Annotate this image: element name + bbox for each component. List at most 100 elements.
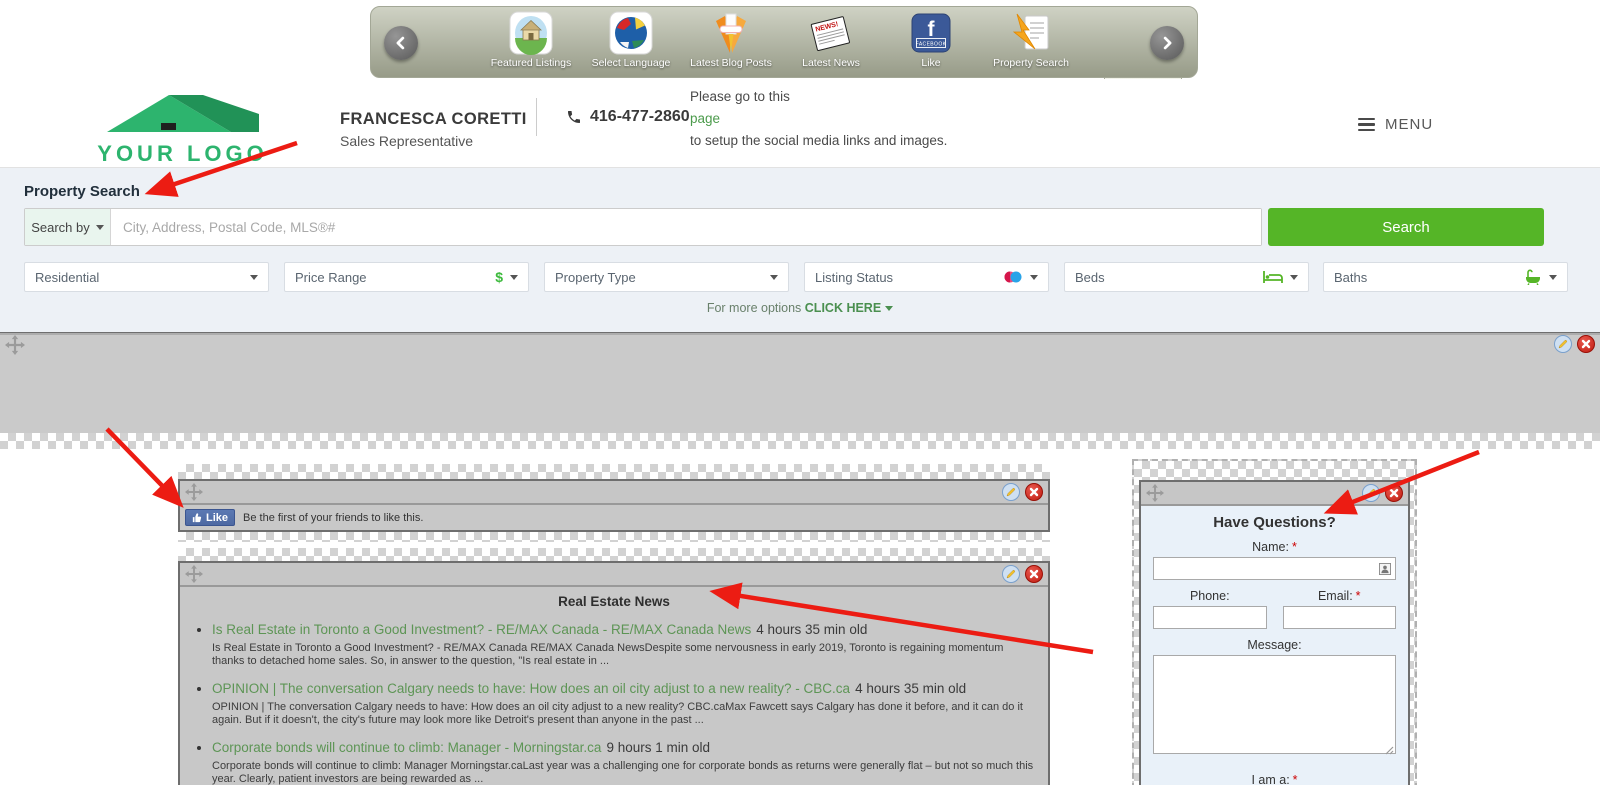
chevron-left-icon bbox=[393, 35, 409, 51]
move-handle[interactable] bbox=[185, 483, 203, 506]
facebook-like-button[interactable]: Like bbox=[185, 509, 235, 526]
search-button[interactable]: Search bbox=[1268, 208, 1544, 246]
toolbar-item-label: Latest Blog Posts bbox=[690, 57, 772, 69]
filter-beds[interactable]: Beds bbox=[1064, 262, 1309, 292]
more-options: For more options CLICK HERE bbox=[0, 301, 1600, 315]
transparent-band bbox=[178, 532, 1050, 542]
email-field[interactable] bbox=[1283, 606, 1397, 629]
chevron-down-icon bbox=[510, 275, 518, 280]
contact-autofill-icon[interactable] bbox=[1379, 563, 1391, 575]
logo-title: YOUR LOGO bbox=[75, 141, 290, 167]
bed-icon bbox=[1263, 270, 1283, 284]
news-age: 4 hours 35 min old bbox=[756, 622, 867, 637]
remove-widget-button[interactable] bbox=[1577, 335, 1595, 353]
toolbar-item-select-language[interactable]: Select Language bbox=[581, 11, 681, 69]
news-age: 4 hours 35 min old bbox=[855, 681, 966, 696]
notice-page-link[interactable]: page bbox=[690, 111, 720, 126]
notice-line1: Please go to this bbox=[690, 86, 947, 108]
newspaper-icon: NEWS! bbox=[809, 11, 853, 55]
filter-property-type[interactable]: Property Type bbox=[544, 262, 789, 292]
click-here-link[interactable]: CLICK HERE bbox=[805, 301, 881, 315]
remove-widget-button[interactable] bbox=[1025, 483, 1043, 501]
news-widget: Real Estate News Is Real Estate in Toron… bbox=[178, 561, 1050, 785]
transparent-band bbox=[178, 464, 1050, 479]
close-icon bbox=[1581, 339, 1591, 349]
chevron-down-icon bbox=[1030, 275, 1038, 280]
search-bar: Search by bbox=[24, 208, 1262, 246]
news-headline-link[interactable]: OPINION | The conversation Calgary needs… bbox=[212, 681, 850, 696]
filter-residential[interactable]: Residential bbox=[24, 262, 269, 292]
remove-widget-button[interactable] bbox=[1025, 565, 1043, 583]
toolbar-item-latest-blog-posts[interactable]: Latest Blog Posts bbox=[681, 11, 781, 69]
globe-icon bbox=[609, 11, 653, 55]
empty-widget-strip bbox=[0, 332, 1600, 433]
phone-number: 416-477-2860 bbox=[590, 108, 690, 126]
agent-role: Sales Representative bbox=[340, 133, 473, 149]
menu-button[interactable]: MENU bbox=[1358, 116, 1433, 133]
transparent-band bbox=[0, 433, 1600, 449]
toolbar-item-label: Like bbox=[921, 57, 940, 69]
search-by-label: Search by bbox=[31, 220, 90, 235]
widget-toolbar: Featured Listings Select Language bbox=[370, 6, 1198, 78]
remove-widget-button[interactable] bbox=[1385, 484, 1403, 502]
message-field[interactable] bbox=[1153, 655, 1396, 754]
edit-widget-button[interactable] bbox=[1002, 565, 1020, 583]
toolbar-item-property-search[interactable]: Property Search bbox=[981, 11, 1081, 69]
message-label: Message: bbox=[1153, 638, 1396, 652]
have-questions-title: Have Questions? bbox=[1153, 514, 1396, 531]
close-icon bbox=[1029, 569, 1039, 579]
blog-icon bbox=[709, 11, 753, 55]
filter-price-range[interactable]: Price Range $ bbox=[284, 262, 529, 292]
toolbar-item-label: Select Language bbox=[592, 57, 671, 69]
edit-widget-button[interactable] bbox=[1362, 484, 1380, 502]
news-summary: OPINION | The conversation Calgary needs… bbox=[212, 701, 1038, 727]
search-input[interactable] bbox=[111, 209, 1261, 245]
edit-widget-button[interactable] bbox=[1002, 483, 1020, 501]
pencil-icon bbox=[1006, 487, 1016, 497]
email-label: Email: bbox=[1318, 589, 1353, 603]
filter-listing-status[interactable]: Listing Status bbox=[804, 262, 1049, 292]
news-summary: Is Real Estate in Toronto a Good Investm… bbox=[212, 642, 1038, 668]
toolbar-item-label: Property Search bbox=[993, 57, 1069, 69]
status-circles-icon bbox=[1003, 270, 1023, 284]
news-headline-link[interactable]: Corporate bonds will continue to climb: … bbox=[212, 740, 601, 755]
svg-text:FACEBOOK: FACEBOOK bbox=[916, 42, 947, 48]
setup-notice: Please go to this page to setup the soci… bbox=[690, 86, 947, 152]
hamburger-icon bbox=[1358, 118, 1375, 132]
page: Featured Listings Select Language bbox=[0, 0, 1600, 785]
search-doc-icon bbox=[1009, 11, 1053, 55]
svg-text:f: f bbox=[928, 18, 936, 41]
pencil-icon bbox=[1366, 488, 1376, 498]
phone-field[interactable] bbox=[1153, 606, 1267, 629]
toolbar-item-label: Latest News bbox=[802, 57, 860, 69]
toolbar-prev-button[interactable] bbox=[384, 26, 418, 60]
close-icon bbox=[1389, 488, 1399, 498]
have-questions-widget: Have Questions? Name:* Phone: bbox=[1132, 459, 1417, 785]
property-search-section: Property Search Search by Search Residen… bbox=[0, 168, 1600, 332]
required-asterisk: * bbox=[1292, 540, 1297, 554]
chevron-down-icon bbox=[250, 275, 258, 280]
edit-widget-button[interactable] bbox=[1554, 335, 1572, 353]
news-headline-link[interactable]: Is Real Estate in Toronto a Good Investm… bbox=[212, 622, 751, 637]
facebook-icon: f FACEBOOK bbox=[909, 11, 953, 55]
filter-baths[interactable]: Baths bbox=[1323, 262, 1568, 292]
move-handle[interactable] bbox=[185, 565, 203, 588]
toolbar-item-latest-news[interactable]: NEWS! Latest News bbox=[781, 11, 881, 69]
toolbar-item-like[interactable]: f FACEBOOK Like bbox=[881, 11, 981, 69]
toolbar-item-featured-listings[interactable]: Featured Listings bbox=[481, 11, 581, 69]
news-item: Corporate bonds will continue to climb: … bbox=[212, 739, 1038, 785]
chevron-down-icon bbox=[96, 225, 104, 230]
news-age: 9 hours 1 min old bbox=[606, 740, 710, 755]
chevron-down-icon bbox=[1290, 275, 1298, 280]
move-handle[interactable] bbox=[1146, 484, 1164, 507]
phone-link[interactable]: 416-477-2860 bbox=[566, 108, 690, 126]
move-handle[interactable] bbox=[5, 335, 25, 360]
house-icon bbox=[509, 11, 553, 55]
name-label: Name: bbox=[1252, 540, 1289, 554]
toolbar-next-button[interactable] bbox=[1150, 26, 1184, 60]
search-by-dropdown[interactable]: Search by bbox=[25, 209, 111, 245]
dollar-icon: $ bbox=[495, 269, 503, 285]
close-icon bbox=[1029, 487, 1039, 497]
transparent-band bbox=[178, 548, 1050, 561]
name-field[interactable] bbox=[1153, 557, 1396, 580]
